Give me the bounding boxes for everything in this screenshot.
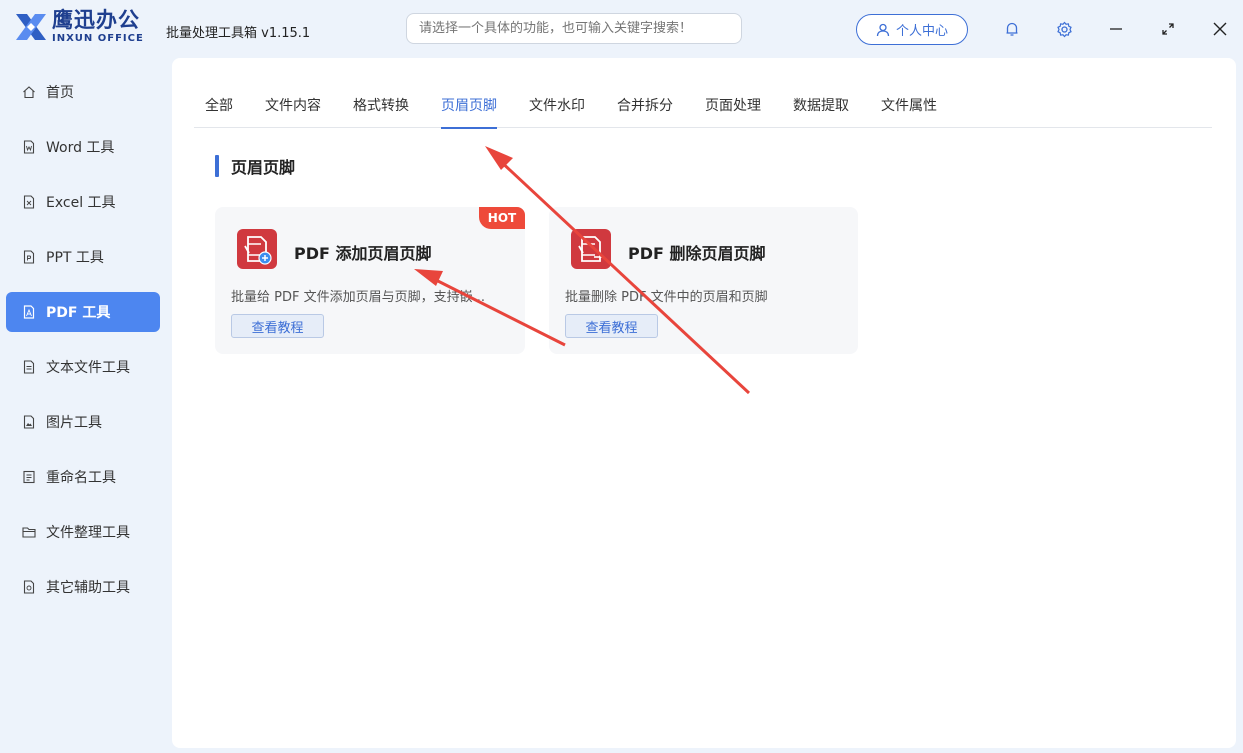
sidebar-item-excel[interactable]: Excel 工具 bbox=[6, 182, 160, 222]
minimize-icon[interactable] bbox=[1105, 18, 1127, 40]
sidebar-item-ppt[interactable]: PPT 工具 bbox=[6, 237, 160, 277]
maximize-icon[interactable] bbox=[1157, 18, 1179, 40]
sidebar-item-pdf[interactable]: PDF 工具 bbox=[6, 292, 160, 332]
section-heading: 页眉页脚 bbox=[215, 154, 295, 178]
sidebar-item-label: PDF 工具 bbox=[46, 305, 111, 321]
rename-icon bbox=[22, 470, 36, 484]
title-bar: 鹰迅办公 INXUN OFFICE 批量处理工具箱 v1.15.1 个人中心 bbox=[0, 0, 1243, 58]
text-file-icon bbox=[22, 360, 36, 374]
tool-card-pdf-add-header-footer[interactable]: PDF 添加页眉页脚 批量给 PDF 文件添加页眉与页脚，支持嵌... 查看教程… bbox=[215, 207, 525, 354]
hot-badge: HOT bbox=[479, 207, 525, 229]
pdf-add-icon bbox=[237, 229, 277, 269]
pdf-remove-icon bbox=[571, 229, 611, 269]
app-logo: 鹰迅办公 INXUN OFFICE bbox=[14, 10, 144, 44]
sidebar-item-other[interactable]: 其它辅助工具 bbox=[6, 567, 160, 607]
tools-icon bbox=[22, 580, 36, 594]
view-tutorial-button[interactable]: 查看教程 bbox=[231, 314, 324, 338]
user-icon bbox=[876, 23, 890, 36]
user-center-label: 个人中心 bbox=[895, 24, 948, 39]
card-description: 批量删除 PDF 文件中的页眉和页脚 bbox=[565, 290, 768, 305]
sidebar-item-label: 文本文件工具 bbox=[46, 360, 130, 376]
logo-mark-icon bbox=[16, 14, 46, 40]
folder-icon bbox=[22, 525, 36, 539]
sidebar-item-rename[interactable]: 重命名工具 bbox=[6, 457, 160, 497]
category-tabs: 全部 文件内容 格式转换 页眉页脚 文件水印 合并拆分 页面处理 数据提取 文件… bbox=[194, 58, 1212, 129]
tab-header-footer[interactable]: 页眉页脚 bbox=[441, 95, 497, 129]
bell-icon[interactable] bbox=[1001, 18, 1023, 40]
tab-data-extract[interactable]: 数据提取 bbox=[793, 95, 849, 128]
card-title: PDF 删除页眉页脚 bbox=[628, 244, 766, 263]
tab-file-content[interactable]: 文件内容 bbox=[265, 95, 321, 128]
sidebar-item-label: Excel 工具 bbox=[46, 195, 116, 211]
app-title: 批量处理工具箱 v1.15.1 bbox=[166, 26, 311, 41]
tab-page-process[interactable]: 页面处理 bbox=[705, 95, 761, 128]
home-icon bbox=[22, 85, 36, 99]
tab-file-properties[interactable]: 文件属性 bbox=[881, 95, 937, 128]
sidebar-item-organize[interactable]: 文件整理工具 bbox=[6, 512, 160, 552]
sidebar-item-text[interactable]: 文本文件工具 bbox=[6, 347, 160, 387]
sidebar-item-home[interactable]: 首页 bbox=[6, 72, 160, 112]
search-input[interactable] bbox=[406, 13, 742, 44]
ppt-file-icon bbox=[22, 250, 36, 264]
tab-watermark[interactable]: 文件水印 bbox=[529, 95, 585, 128]
sidebar-item-label: 图片工具 bbox=[46, 415, 102, 431]
pdf-file-icon bbox=[22, 305, 36, 319]
sidebar-item-label: PPT 工具 bbox=[46, 250, 104, 266]
sidebar-item-image[interactable]: 图片工具 bbox=[6, 402, 160, 442]
sidebar-item-label: 文件整理工具 bbox=[46, 525, 130, 541]
sidebar-item-word[interactable]: Word 工具 bbox=[6, 127, 160, 167]
card-title: PDF 添加页眉页脚 bbox=[294, 244, 432, 263]
section-accent-bar bbox=[215, 155, 219, 177]
main-panel: 全部 文件内容 格式转换 页眉页脚 文件水印 合并拆分 页面处理 数据提取 文件… bbox=[172, 58, 1236, 748]
sidebar-item-label: 其它辅助工具 bbox=[46, 580, 130, 596]
image-file-icon bbox=[22, 415, 36, 429]
gear-icon[interactable] bbox=[1053, 18, 1075, 40]
logo-english: INXUN OFFICE bbox=[52, 33, 144, 44]
logo-chinese: 鹰迅办公 bbox=[52, 8, 140, 32]
tab-merge-split[interactable]: 合并拆分 bbox=[617, 95, 673, 128]
sidebar-item-label: 首页 bbox=[46, 85, 74, 101]
sidebar-item-label: 重命名工具 bbox=[46, 470, 116, 486]
tab-format-convert[interactable]: 格式转换 bbox=[353, 95, 409, 128]
section-title: 页眉页脚 bbox=[231, 158, 296, 177]
excel-file-icon bbox=[22, 195, 36, 209]
tool-card-pdf-remove-header-footer[interactable]: PDF 删除页眉页脚 批量删除 PDF 文件中的页眉和页脚 查看教程 bbox=[549, 207, 858, 354]
view-tutorial-button[interactable]: 查看教程 bbox=[565, 314, 658, 338]
close-icon[interactable] bbox=[1209, 18, 1231, 40]
sidebar-item-label: Word 工具 bbox=[46, 140, 115, 156]
sidebar: 首页 Word 工具 Excel 工具 PPT 工具 PDF 工具 文本文件工具… bbox=[0, 62, 170, 752]
word-file-icon bbox=[22, 140, 36, 154]
user-center-button[interactable]: 个人中心 bbox=[856, 14, 968, 45]
card-description: 批量给 PDF 文件添加页眉与页脚，支持嵌... bbox=[231, 290, 485, 305]
tab-all[interactable]: 全部 bbox=[205, 95, 233, 128]
